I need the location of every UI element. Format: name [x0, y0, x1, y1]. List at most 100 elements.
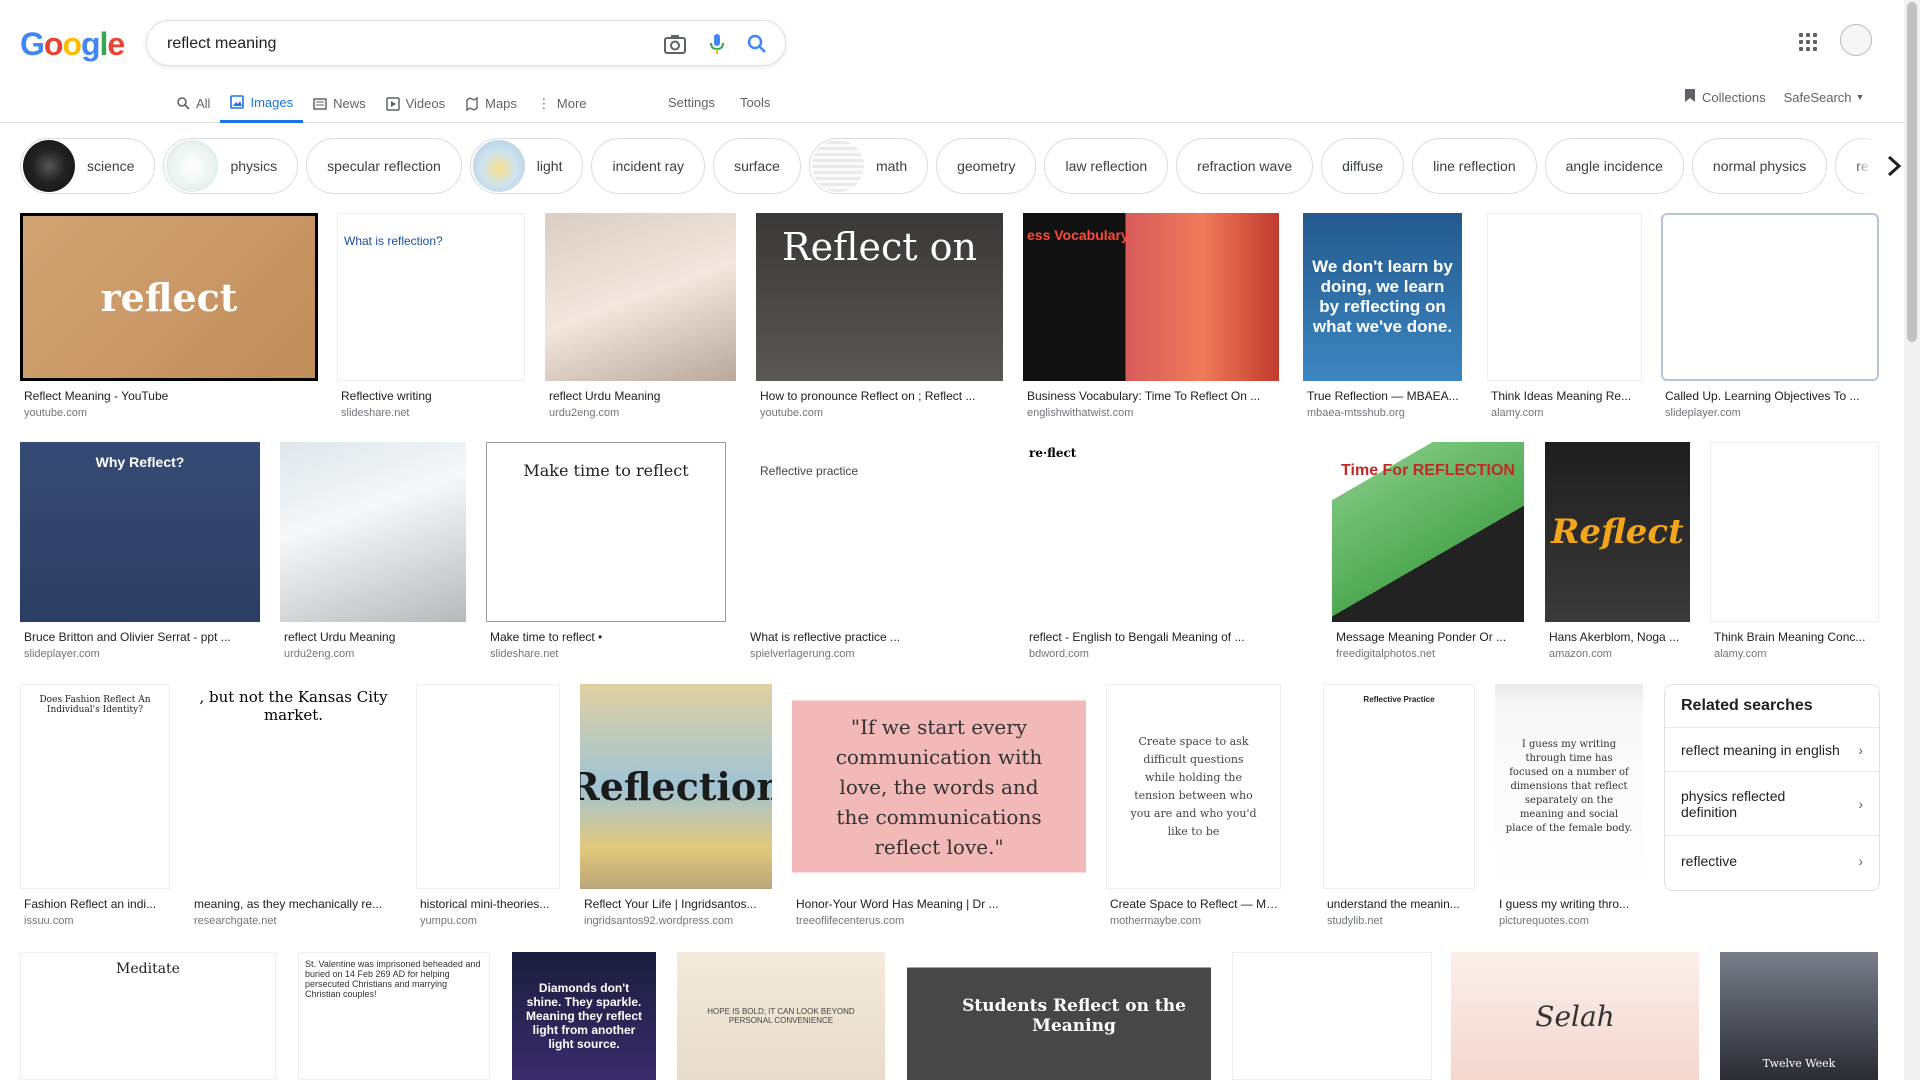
- chip[interactable]: diffuse: [1321, 138, 1405, 194]
- result-title[interactable]: Reflect Your Life | Ingridsantos...: [580, 897, 772, 911]
- image-result[interactable]: Time For REFLECTION Message Meaning Ponde…: [1332, 442, 1524, 660]
- chip[interactable]: light: [469, 138, 584, 194]
- result-title[interactable]: True Reflection — MBAEA...: [1303, 389, 1462, 403]
- image-result[interactable]: Reflective Practice understand the meanin…: [1323, 684, 1475, 927]
- chip[interactable]: line reflection: [1412, 138, 1537, 194]
- image-result[interactable]: Reflective practice What is reflective pr…: [746, 442, 1005, 660]
- image-result[interactable]: Create space to ask difficult questions …: [1106, 684, 1281, 927]
- result-title[interactable]: Think Ideas Meaning Re...: [1487, 389, 1642, 403]
- image-result[interactable]: Selah: [1451, 952, 1699, 1080]
- image-result[interactable]: Think Brain Meaning Conc... alamy.com: [1710, 442, 1879, 660]
- camera-icon[interactable]: [663, 32, 687, 56]
- result-title[interactable]: understand the meanin...: [1323, 897, 1475, 911]
- image-result[interactable]: [1232, 952, 1432, 1080]
- thumbnail-text: What is reflection?: [344, 234, 443, 248]
- google-logo[interactable]: Google: [20, 26, 125, 63]
- related-item[interactable]: physics reflected definition ›: [1665, 771, 1879, 835]
- result-title[interactable]: How to pronounce Reflect on ; Reflect ..…: [756, 389, 1003, 403]
- chip[interactable]: angle incidence: [1544, 138, 1684, 194]
- settings-link[interactable]: Settings: [668, 84, 715, 120]
- image-result[interactable]: Twelve Week: [1720, 952, 1878, 1080]
- image-result[interactable]: Think Ideas Meaning Re... alamy.com: [1487, 213, 1642, 419]
- image-result[interactable]: "If we start every communication with lo…: [792, 684, 1086, 927]
- result-title[interactable]: Hans Akerblom, Noga ...: [1545, 630, 1690, 644]
- result-title[interactable]: I guess my writing thro...: [1495, 897, 1643, 911]
- result-title[interactable]: Called Up. Learning Objectives To ...: [1661, 389, 1879, 403]
- chip[interactable]: law reflection: [1044, 138, 1169, 194]
- image-result[interactable]: St. Valentine was imprisoned beheaded an…: [298, 952, 490, 1080]
- chip[interactable]: specular reflection: [306, 138, 462, 194]
- chip[interactable]: physics: [163, 138, 299, 194]
- image-result[interactable]: Reflect on How to pronounce Reflect on ; …: [756, 213, 1003, 419]
- safesearch-dropdown[interactable]: SafeSearch ▼: [1784, 90, 1865, 105]
- chip[interactable]: math: [808, 138, 929, 194]
- tab-more[interactable]: ⋮ More: [527, 84, 597, 123]
- search-icon[interactable]: [745, 32, 769, 56]
- thumbnail-text: Time For REFLECTION: [1341, 462, 1515, 479]
- result-title[interactable]: Business Vocabulary: Time To Reflect On …: [1023, 389, 1279, 403]
- avatar[interactable]: [1840, 24, 1872, 56]
- image-result[interactable]: We don't learn by doing, we learn by ref…: [1303, 213, 1462, 419]
- image-result[interactable]: Why Reflect? Bruce Britton and Olivier Se…: [20, 442, 260, 660]
- result-site: ingridsantos92.wordpress.com: [584, 915, 734, 927]
- result-title[interactable]: Fashion Reflect an indi...: [20, 897, 170, 911]
- result-title[interactable]: historical mini-theories...: [416, 897, 560, 911]
- chip[interactable]: geometry: [936, 138, 1037, 194]
- tab-videos[interactable]: Videos: [376, 84, 456, 123]
- tab-label: More: [556, 96, 587, 111]
- image-result[interactable]: ess Vocabulary Business Vocabulary: Time …: [1023, 213, 1279, 419]
- image-result[interactable]: reflect Reflect Meaning - YouTube youtube.…: [20, 213, 318, 419]
- image-result[interactable]: I guess my writing through time has focu…: [1495, 684, 1643, 927]
- result-title[interactable]: Reflective writing: [337, 389, 525, 403]
- tab-all[interactable]: All: [166, 84, 220, 123]
- scrollbar-thumb[interactable]: [1907, 2, 1917, 342]
- image-result[interactable]: reflect Urdu Meaning urdu2eng.com: [545, 213, 736, 419]
- image-result[interactable]: Reflection Reflect Your Life | Ingridsant…: [580, 684, 772, 927]
- image-result[interactable]: Make time to reflect Make time to reflect…: [486, 442, 726, 660]
- result-title[interactable]: Create Space to Reflect — MO...: [1106, 897, 1281, 911]
- result-title[interactable]: meaning, as they mechanically re...: [190, 897, 397, 911]
- image-result[interactable]: What is reflection? Reflective writing sli…: [337, 213, 525, 419]
- result-title[interactable]: reflect Urdu Meaning: [545, 389, 736, 403]
- related-item[interactable]: reflect meaning in english ›: [1665, 727, 1879, 771]
- chip[interactable]: science: [20, 138, 156, 194]
- collections-button[interactable]: Collections: [1684, 88, 1766, 106]
- result-thumbnail: Diamonds don't shine. They sparkle. Mean…: [512, 952, 656, 1080]
- result-title[interactable]: reflect - English to Bengali Meaning of …: [1025, 630, 1308, 644]
- image-result[interactable]: reflect Urdu Meaning urdu2eng.com: [280, 442, 466, 660]
- image-result[interactable]: Meditate: [20, 952, 276, 1080]
- tab-maps[interactable]: Maps: [455, 84, 527, 123]
- result-title[interactable]: Reflect Meaning - YouTube: [20, 389, 318, 403]
- apps-grid-icon[interactable]: [1796, 30, 1820, 54]
- result-title[interactable]: What is reflective practice ...: [746, 630, 1005, 644]
- result-site: researchgate.net: [194, 915, 277, 927]
- tab-news[interactable]: News: [303, 84, 376, 123]
- chip[interactable]: incident ray: [591, 138, 706, 194]
- result-thumbnail: Reflective practice: [746, 442, 1005, 622]
- tab-images[interactable]: Images: [220, 84, 304, 123]
- image-result[interactable]: , but not the Kansas City market. meaning…: [190, 684, 397, 927]
- image-result[interactable]: Learning Objectives Called Up. Learning O…: [1661, 213, 1879, 419]
- image-result[interactable]: historical mini-theories... yumpu.com: [416, 684, 560, 927]
- result-title[interactable]: Message Meaning Ponder Or ...: [1332, 630, 1524, 644]
- image-result[interactable]: Does Fashion Reflect An Individual's Ide…: [20, 684, 170, 927]
- result-title[interactable]: reflect Urdu Meaning: [280, 630, 466, 644]
- related-item[interactable]: reflective ›: [1665, 835, 1879, 885]
- image-result[interactable]: Students Reflect on the Meaning: [907, 952, 1211, 1080]
- image-result[interactable]: Reflect Hans Akerblom, Noga ... amazon.com: [1545, 442, 1690, 660]
- chip[interactable]: normal physics: [1691, 138, 1828, 194]
- image-result[interactable]: Diamonds don't shine. They sparkle. Mean…: [512, 952, 656, 1080]
- search-box[interactable]: [146, 20, 786, 66]
- chip[interactable]: refraction wave: [1176, 138, 1314, 194]
- result-title[interactable]: Honor-Your Word Has Meaning | Dr ...: [792, 897, 1086, 911]
- chip[interactable]: surface: [713, 138, 801, 194]
- image-result[interactable]: HOPE IS BOLD; IT CAN LOOK BEYOND PERSONA…: [677, 952, 885, 1080]
- microphone-icon[interactable]: [705, 32, 729, 56]
- tools-link[interactable]: Tools: [740, 84, 770, 120]
- result-thumbnail: [280, 442, 466, 622]
- result-title[interactable]: Make time to reflect •: [486, 630, 726, 644]
- search-input[interactable]: [167, 31, 627, 57]
- image-result[interactable]: re·flect reflect - English to Bengali Mea…: [1025, 442, 1308, 660]
- result-title[interactable]: Think Brain Meaning Conc...: [1710, 630, 1879, 644]
- result-title[interactable]: Bruce Britton and Olivier Serrat - ppt .…: [20, 630, 260, 644]
